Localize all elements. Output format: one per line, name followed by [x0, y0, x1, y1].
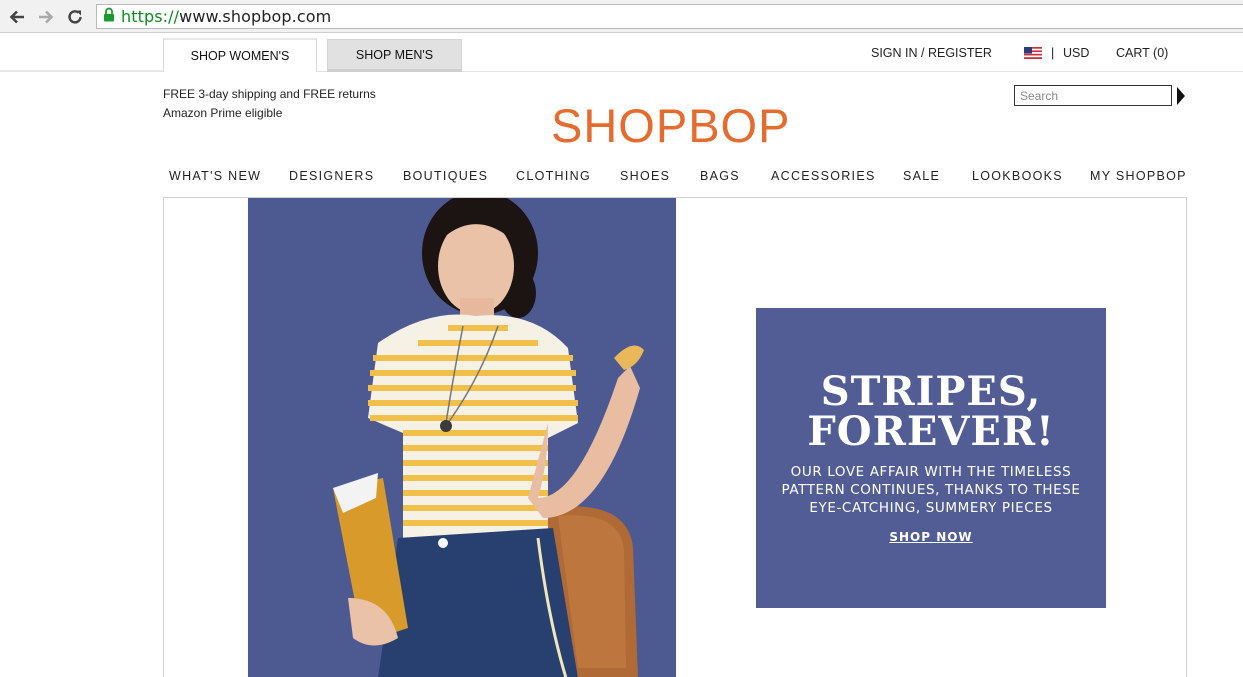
address-bar[interactable]: https://www.shopbop.com: [96, 4, 1243, 29]
forward-arrow-icon[interactable]: [35, 6, 57, 28]
tab-shop-womens-label: SHOP WOMEN'S: [190, 49, 290, 63]
nav-clothing[interactable]: CLOTHING: [516, 169, 591, 183]
nav-shoes[interactable]: SHOES: [620, 169, 670, 183]
promo-subcopy-line2: PATTERN CONTINUES, THANKS TO THESE: [781, 482, 1081, 498]
currency-selector[interactable]: USD: [1063, 46, 1089, 60]
nav-sale[interactable]: SALE: [903, 169, 940, 183]
promo-subcopy: OUR LOVE AFFAIR WITH THE TIMELESS PATTER…: [766, 463, 1096, 517]
top-utility-bar: SHOP WOMEN'S SHOP MEN'S SIGN IN / REGIST…: [0, 34, 1243, 72]
main-navigation: WHAT'S NEW DESIGNERS BOUTIQUES CLOTHING …: [163, 169, 1187, 185]
cart-link[interactable]: CART (0): [1116, 46, 1168, 60]
search-submit-arrow-icon[interactable]: [1177, 87, 1185, 105]
promo-headline: STRIPES, FOREVER!: [756, 372, 1106, 452]
url-text: https://www.shopbop.com: [121, 7, 332, 26]
tab-shop-mens-label: SHOP MEN'S: [355, 47, 434, 62]
prime-eligible-text: Amazon Prime eligible: [163, 106, 283, 120]
nav-accessories[interactable]: ACCESSORIES: [771, 169, 876, 183]
back-arrow-icon[interactable]: [6, 6, 28, 28]
reload-icon[interactable]: [64, 6, 86, 28]
nav-lookbooks[interactable]: LOOKBOOKS: [972, 169, 1063, 183]
nav-designers[interactable]: DESIGNERS: [289, 169, 374, 183]
nav-bags[interactable]: BAGS: [700, 169, 740, 183]
shop-now-link[interactable]: SHOP NOW: [756, 530, 1106, 544]
search-input[interactable]: [1014, 85, 1172, 106]
shipping-promo-text: FREE 3-day shipping and FREE returns: [163, 87, 376, 101]
shopbop-logo[interactable]: SHOPBOP: [551, 102, 790, 149]
tab-shop-womens[interactable]: SHOP WOMEN'S: [163, 38, 317, 72]
hero-banner[interactable]: STRIPES, FOREVER! OUR LOVE AFFAIR WITH T…: [163, 197, 1187, 677]
model-photo[interactable]: [248, 198, 676, 677]
tab-shop-mens[interactable]: SHOP MEN'S: [327, 39, 462, 72]
promo-headline-line2: FOREVER!: [807, 408, 1055, 455]
us-flag-icon[interactable]: [1024, 47, 1042, 59]
browser-toolbar: https://www.shopbop.com: [0, 0, 1243, 33]
sign-in-register-link[interactable]: SIGN IN / REGISTER: [871, 46, 992, 60]
promo-subcopy-line1: OUR LOVE AFFAIR WITH THE TIMELESS: [790, 464, 1072, 480]
stripes-promo-card[interactable]: STRIPES, FOREVER! OUR LOVE AFFAIR WITH T…: [756, 308, 1106, 608]
promo-subcopy-line3: EYE-CATCHING, SUMMERY PIECES: [809, 500, 1053, 516]
lock-icon: [103, 7, 115, 27]
promo-headline-line1: STRIPES,: [820, 368, 1042, 415]
currency-separator: |: [1051, 46, 1055, 60]
nav-whats-new[interactable]: WHAT'S NEW: [169, 169, 261, 183]
nav-my-shopbop[interactable]: MY SHOPBOP: [1090, 169, 1187, 183]
nav-boutiques[interactable]: BOUTIQUES: [403, 169, 488, 183]
tab-track: [0, 70, 162, 72]
